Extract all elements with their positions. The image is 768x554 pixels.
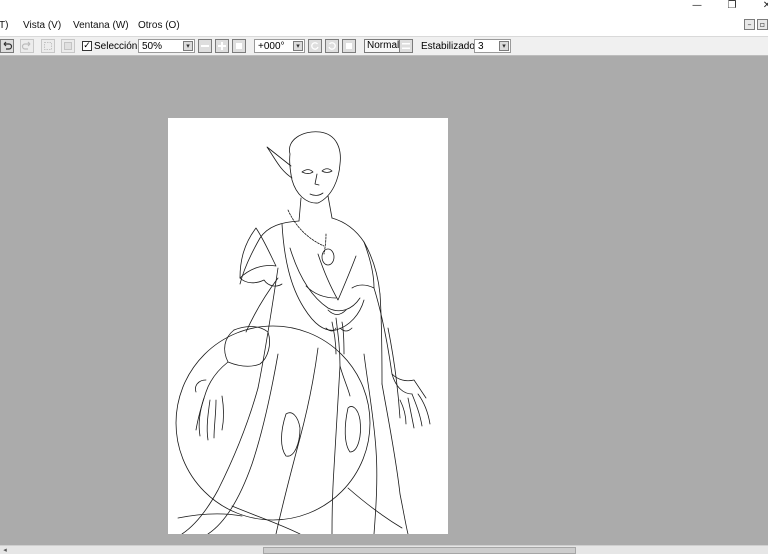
ear-outline <box>266 146 293 179</box>
flip-horizontal-icon <box>402 43 410 49</box>
menu-item-otros[interactable]: Otros (O) <box>138 20 180 31</box>
invert-selection-icon <box>64 42 72 50</box>
menu-item-truncated[interactable]: T) <box>0 20 8 31</box>
flip-horizontal-button[interactable] <box>399 39 413 53</box>
title-bar: — ❐ ✕ <box>0 0 768 14</box>
rotation-value: +000° <box>258 41 285 52</box>
rotation-select[interactable]: +000° ▾ <box>254 39 305 53</box>
selection-label: Selección <box>94 41 138 52</box>
square-icon <box>236 43 242 49</box>
square-icon <box>346 43 352 49</box>
redo-icon <box>21 41 31 50</box>
deselect-button[interactable] <box>41 39 55 53</box>
canvas-workspace[interactable] <box>0 56 768 545</box>
chevron-down-icon[interactable]: ▾ <box>293 41 303 51</box>
rotate-right-icon <box>328 42 336 50</box>
rotate-left-icon <box>311 42 319 50</box>
undo-icon <box>3 41 13 50</box>
deselect-icon <box>44 42 52 50</box>
tool-options-bar: ✓ Selección 50% ▾ +000° ▾ Normal Estabil… <box>0 36 768 56</box>
menu-item-vista[interactable]: Vista (V) <box>23 20 61 31</box>
scroll-left-arrow-icon[interactable]: ◂ <box>0 546 10 554</box>
zoom-select[interactable]: 50% ▾ <box>138 39 195 53</box>
undo-button[interactable] <box>0 39 14 53</box>
minimize-button[interactable]: — <box>690 0 704 12</box>
menu-bar: T) Vista (V) Ventana (W) Otros (O) – ▫ <box>0 17 768 35</box>
selection-checkbox[interactable]: ✓ <box>82 41 92 51</box>
rotate-left-button[interactable] <box>308 39 322 53</box>
invert-selection-button[interactable] <box>61 39 75 53</box>
stabilizer-select[interactable]: 3 ▾ <box>474 39 511 53</box>
document-minimize-button[interactable]: – <box>744 19 755 30</box>
zoom-out-button[interactable] <box>198 39 212 53</box>
orb-circle <box>175 325 371 521</box>
drawing-canvas[interactable] <box>168 118 448 535</box>
document-restore-button[interactable]: ▫ <box>757 19 768 30</box>
zoom-reset-button[interactable] <box>232 39 246 53</box>
chevron-down-icon[interactable]: ▾ <box>183 41 193 51</box>
rotation-reset-button[interactable] <box>342 39 356 53</box>
plus-icon <box>218 42 226 50</box>
horizontal-scrollbar[interactable]: ◂ <box>0 545 768 554</box>
minus-icon <box>201 45 209 47</box>
menu-item-ventana[interactable]: Ventana (W) <box>73 20 129 31</box>
zoom-in-button[interactable] <box>215 39 229 53</box>
stabilizer-label: Estabilizador <box>421 41 479 52</box>
stabilizer-value: 3 <box>478 41 484 52</box>
rotate-right-button[interactable] <box>325 39 339 53</box>
scrollbar-thumb[interactable] <box>263 547 576 554</box>
redo-button[interactable] <box>20 39 34 53</box>
zoom-value: 50% <box>142 41 163 52</box>
lineart-drawing <box>175 131 431 535</box>
blend-mode-button[interactable]: Normal <box>364 39 403 53</box>
restore-button[interactable]: ❐ <box>725 0 739 12</box>
close-button[interactable]: ✕ <box>760 0 768 12</box>
chevron-down-icon[interactable]: ▾ <box>499 41 509 51</box>
head-outline <box>289 131 341 204</box>
